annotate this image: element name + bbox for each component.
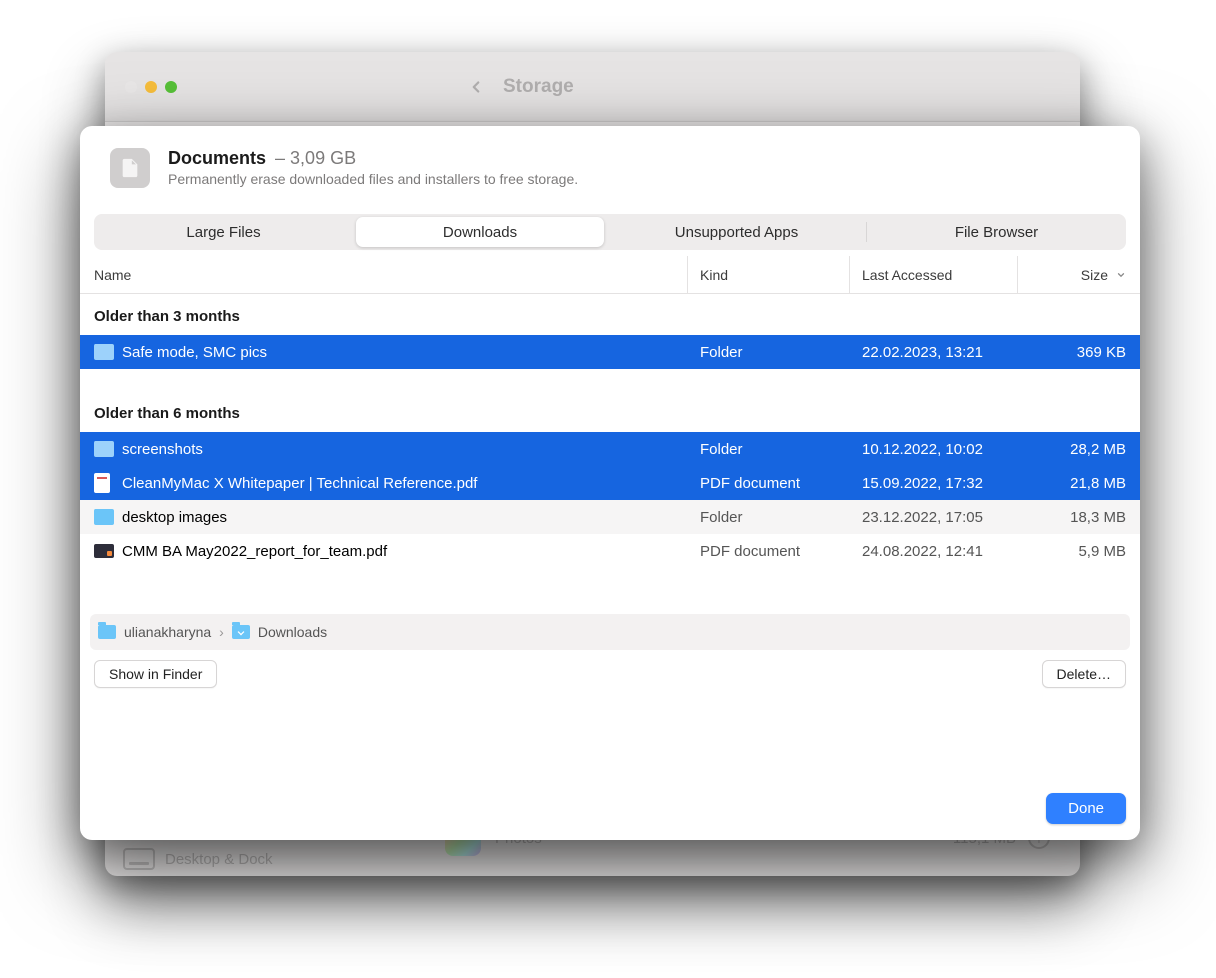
report-icon (94, 544, 122, 558)
home-folder-icon (98, 625, 116, 639)
modal-header: Documents – 3,09 GB Permanently erase do… (80, 126, 1140, 200)
row-size: 5,9 MB (1018, 543, 1126, 560)
row-name: desktop images (122, 509, 688, 526)
show-in-finder-button[interactable]: Show in Finder (94, 660, 217, 688)
row-kind: PDF document (688, 475, 850, 492)
action-row: Show in Finder Delete… (80, 650, 1140, 688)
tab-file-browser[interactable]: File Browser (867, 214, 1126, 250)
row-size: 28,2 MB (1018, 441, 1126, 458)
column-size-label: Size (1081, 267, 1108, 283)
modal-title: Documents – 3,09 GB (168, 148, 1110, 169)
path-bar[interactable]: ulianakharyna › Downloads (90, 614, 1130, 650)
traffic-lights (125, 81, 177, 93)
table-row[interactable]: desktop images Folder 23.12.2022, 17:05 … (80, 500, 1140, 534)
row-kind: Folder (688, 344, 850, 361)
table-row[interactable]: CleanMyMac X Whitepaper | Technical Refe… (80, 466, 1140, 500)
row-name: Safe mode, SMC pics (122, 344, 688, 361)
delete-button[interactable]: Delete… (1042, 660, 1126, 688)
folder-icon (94, 509, 122, 525)
bg-window-title: Storage (503, 76, 574, 98)
folder-icon (94, 441, 122, 457)
row-kind: Folder (688, 441, 850, 458)
row-kind: PDF document (688, 543, 850, 560)
file-list: Older than 3 months Safe mode, SMC pics … (80, 294, 1140, 568)
modal-title-size: – 3,09 GB (275, 148, 356, 168)
modal-footer: Done (80, 793, 1140, 840)
table-row[interactable]: Safe mode, SMC pics Folder 22.02.2023, 1… (80, 335, 1140, 369)
row-accessed: 23.12.2022, 17:05 (850, 509, 1018, 526)
modal-subtitle: Permanently erase downloaded files and i… (168, 171, 1110, 187)
traffic-zoom-icon[interactable] (165, 81, 177, 93)
row-size: 369 KB (1018, 344, 1126, 361)
column-kind[interactable]: Kind (688, 256, 850, 293)
traffic-minimize-icon[interactable] (145, 81, 157, 93)
row-name: CMM BA May2022_report_for_team.pdf (122, 543, 688, 560)
list-gap (80, 568, 1140, 614)
column-headers: Name Kind Last Accessed Size (80, 256, 1140, 294)
row-kind: Folder (688, 509, 850, 526)
pdf-icon (94, 473, 122, 493)
row-accessed: 10.12.2022, 10:02 (850, 441, 1018, 458)
column-name[interactable]: Name (94, 256, 688, 293)
table-row[interactable]: CMM BA May2022_report_for_team.pdf PDF d… (80, 534, 1140, 568)
tab-unsupported-apps[interactable]: Unsupported Apps (607, 214, 866, 250)
row-size: 18,3 MB (1018, 509, 1126, 526)
bg-toolbar: Storage (105, 52, 1080, 122)
flex-spacer (227, 660, 1031, 688)
column-size[interactable]: Size (1018, 256, 1126, 293)
modal-title-text: Documents (168, 148, 266, 168)
row-name: screenshots (122, 441, 688, 458)
tab-downloads[interactable]: Downloads (356, 217, 604, 247)
downloads-folder-icon (232, 625, 250, 639)
traffic-close-icon[interactable] (125, 81, 137, 93)
spacer (80, 369, 1140, 391)
tab-large-files[interactable]: Large Files (94, 214, 353, 250)
table-row[interactable]: screenshots Folder 10.12.2022, 10:02 28,… (80, 432, 1140, 466)
group-label-6months: Older than 6 months (80, 391, 1140, 432)
column-last-accessed[interactable]: Last Accessed (850, 256, 1018, 293)
row-name: CleanMyMac X Whitepaper | Technical Refe… (122, 475, 688, 492)
group-label-3months: Older than 3 months (80, 294, 1140, 335)
path-segment-downloads[interactable]: Downloads (258, 624, 327, 640)
back-button-icon[interactable] (467, 78, 485, 96)
path-segment-home[interactable]: ulianakharyna (124, 624, 211, 640)
row-accessed: 22.02.2023, 13:21 (850, 344, 1018, 361)
path-separator-icon: › (219, 624, 224, 640)
row-size: 21,8 MB (1018, 475, 1126, 492)
done-button[interactable]: Done (1046, 793, 1126, 824)
row-accessed: 24.08.2022, 12:41 (850, 543, 1018, 560)
row-accessed: 15.09.2022, 17:32 (850, 475, 1018, 492)
folder-icon (94, 344, 122, 360)
chevron-down-icon (1116, 270, 1126, 280)
tab-segmented-control: Large Files Downloads Unsupported Apps F… (94, 214, 1126, 250)
documents-modal: Documents – 3,09 GB Permanently erase do… (80, 126, 1140, 840)
document-icon (110, 148, 150, 188)
